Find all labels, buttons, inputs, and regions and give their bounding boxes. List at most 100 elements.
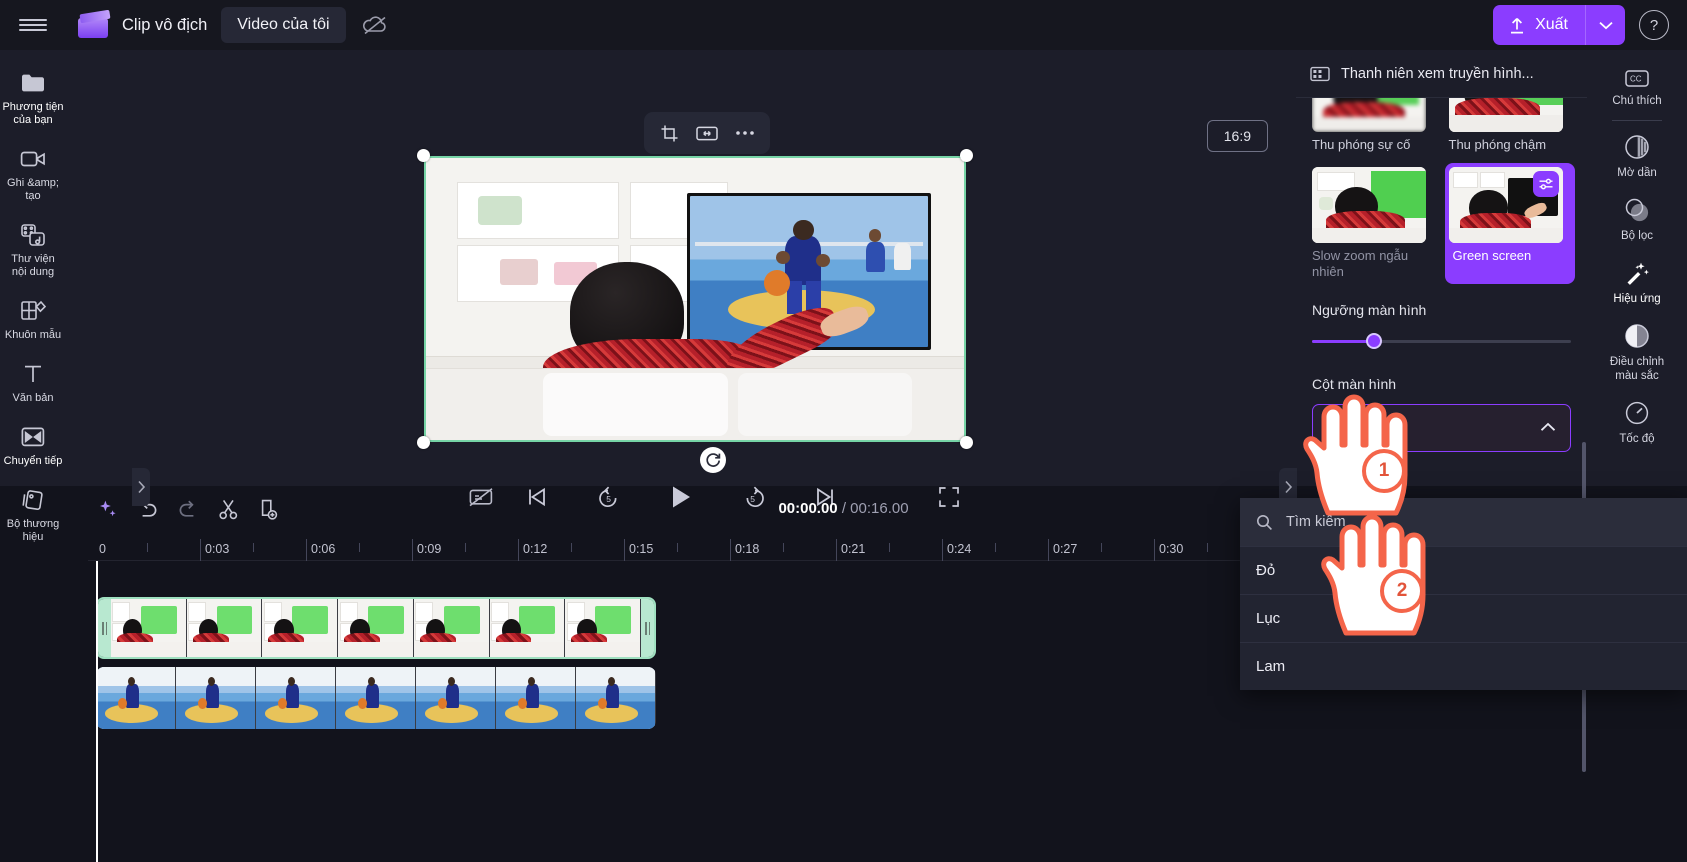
duplicate-icon[interactable] [248, 491, 288, 527]
rotate-icon[interactable] [700, 447, 726, 473]
ruler-tick-label: 0:12 [523, 542, 548, 556]
top-bar: Clip vô địch Video của tôi Xuất ? [0, 0, 1687, 50]
current-time: 00:00.00 [778, 500, 838, 517]
cloud-off-icon[interactable] [354, 6, 396, 44]
ai-sparkle-icon[interactable] [88, 491, 128, 527]
effect-thumbnail [1312, 98, 1426, 132]
rail-item-filters[interactable]: Bộ lọc [1587, 188, 1687, 251]
crop-icon[interactable] [652, 118, 686, 148]
sidebar-item-your-media[interactable]: Phương tiện của bạn [0, 62, 66, 134]
table-row[interactable] [96, 597, 656, 659]
rail-label-speed: Tốc độ [1619, 433, 1655, 445]
ruler-tick-label: 0:27 [1053, 542, 1078, 556]
rail-label-captions: Chú thích [1612, 95, 1662, 107]
clip-trim-handle-left[interactable] [98, 599, 111, 657]
rail-item-speed[interactable]: Tốc độ [1587, 391, 1687, 454]
effect-card-glitch-zoom[interactable]: Thu phóng sự cố [1312, 98, 1435, 153]
effect-card-random-slow-zoom[interactable]: Slow zoom ngẫu nhiên [1312, 167, 1435, 280]
sidebar-label-templates: Khuôn mẫu [4, 329, 62, 341]
ruler-tick-label: 0:21 [841, 542, 866, 556]
rail-label-color-adjust: Điều chỉnh màu sắc [1609, 356, 1665, 382]
export-caret-icon[interactable] [1585, 5, 1625, 45]
ruler-tick-label: 0:30 [1159, 542, 1184, 556]
ruler-tick-label: 0:18 [735, 542, 760, 556]
effect-name: Green screen [1452, 248, 1532, 263]
help-button[interactable]: ? [1639, 10, 1669, 40]
rail-label-effects: Hiệu ứng [1613, 293, 1661, 305]
redo-icon[interactable] [168, 491, 208, 527]
dropdown-option-blue[interactable]: Lam [1240, 642, 1687, 690]
filter-icon [1625, 198, 1649, 222]
export-label: Xuất [1535, 16, 1568, 33]
folder-icon [20, 70, 46, 96]
effect-name: Slow zoom ngẫu nhiên [1312, 248, 1409, 279]
clip-frame [256, 667, 336, 729]
brand-title: Clip vô địch [122, 15, 208, 34]
search-input[interactable]: Tìm kiếm [1240, 498, 1687, 546]
time-separator: / [841, 500, 846, 517]
clip-frame [176, 667, 256, 729]
clip-trim-handle-right[interactable] [641, 599, 654, 657]
split-scissors-icon[interactable] [208, 491, 248, 527]
effect-name: Thu phóng sự cố [1312, 137, 1411, 152]
more-options-icon[interactable] [728, 118, 762, 148]
sidebar-item-record-create[interactable]: Ghi &amp; tạo [0, 138, 66, 210]
rail-item-captions[interactable]: CC Chú thích [1587, 60, 1687, 116]
aspect-ratio-badge[interactable]: 16:9 [1206, 120, 1268, 152]
properties-panel-header: Thanh niên xem truyền hình... [1296, 50, 1587, 98]
rail-item-fade[interactable]: Mờ dần [1587, 125, 1687, 188]
table-row[interactable] [96, 667, 656, 729]
effect-name: Thu phóng chậm [1448, 137, 1547, 152]
playhead[interactable] [96, 561, 98, 862]
clip-frame [111, 599, 187, 657]
resize-handle-bottom-right[interactable] [960, 436, 973, 449]
effect-card-green-screen[interactable]: Green screen [1444, 163, 1575, 284]
effect-card-slow-zoom[interactable]: Thu phóng chậm [1448, 98, 1572, 153]
content-library-icon [20, 222, 46, 248]
dropdown-option-green[interactable]: Lục [1240, 594, 1687, 642]
preview-stage: 16:9 5 5 [66, 50, 1297, 508]
sidebar-item-templates[interactable]: Khuôn mẫu [0, 290, 66, 349]
fit-width-icon[interactable] [690, 118, 724, 148]
resize-handle-bottom-left[interactable] [417, 436, 430, 449]
properties-panel-title: Thanh niên xem truyền hình... [1341, 65, 1534, 82]
selection-frame [424, 156, 966, 442]
chevron-up-icon [1540, 419, 1556, 437]
record-camera-icon [20, 146, 46, 172]
export-main[interactable]: Xuất [1493, 5, 1585, 45]
threshold-label: Ngưỡng màn hình [1312, 302, 1427, 318]
fade-icon [1625, 135, 1649, 159]
sidebar-item-text[interactable]: Văn bản [0, 353, 66, 412]
rail-label-filters: Bộ lọc [1621, 230, 1653, 242]
rail-item-color-adjust[interactable]: Điều chỉnh màu sắc [1587, 314, 1687, 391]
sidebar-label-record-create: Ghi &amp; tạo [7, 177, 59, 202]
clip-thumbnails [111, 599, 641, 657]
hamburger-icon[interactable] [0, 0, 66, 50]
sliders-icon[interactable] [1532, 171, 1559, 197]
resize-handle-top-right[interactable] [960, 149, 973, 162]
closed-caption-icon: CC [1625, 70, 1649, 87]
rail-item-effects[interactable]: Hiệu ứng [1587, 251, 1687, 314]
expand-left-panel-button[interactable] [132, 468, 150, 506]
search-placeholder: Tìm kiếm [1286, 514, 1346, 530]
sidebar-item-content-library[interactable]: Thư viện nội dung [0, 214, 66, 286]
threshold-slider-knob[interactable] [1365, 333, 1382, 349]
screen-color-dropdown[interactable]: Xanh lục [1312, 404, 1571, 452]
color-dropdown-menu: Tìm kiếm Đỏ Lục Lam [1240, 498, 1687, 690]
resize-handle-top-left[interactable] [417, 149, 430, 162]
dropdown-option-red[interactable]: Đỏ [1240, 546, 1687, 594]
preview-video-selection[interactable] [417, 149, 973, 449]
brand: Clip vô địch [66, 9, 208, 39]
sidebar-item-transitions[interactable]: Chuyển tiếp [0, 416, 66, 475]
rail-label-fade: Mờ dần [1617, 167, 1657, 179]
threshold-slider[interactable] [1312, 332, 1571, 350]
effects-tool-rail: CC Chú thích Mờ dần Bộ lọc Hiệu ứng Điều… [1587, 50, 1687, 486]
properties-panel: Thanh niên xem truyền hình... Thu phóng … [1296, 50, 1587, 486]
project-tab[interactable]: Video của tôi [221, 7, 346, 43]
export-button[interactable]: Xuất [1493, 5, 1625, 45]
svg-text:CC: CC [1630, 75, 1642, 84]
left-sidebar: Phương tiện của bạn Ghi &amp; tạo Thư vi… [0, 50, 66, 543]
clip-frame [262, 599, 339, 657]
sidebar-label-your-media: Phương tiện của bạn [2, 101, 64, 126]
ruler-tick-label: 0:06 [311, 542, 336, 556]
